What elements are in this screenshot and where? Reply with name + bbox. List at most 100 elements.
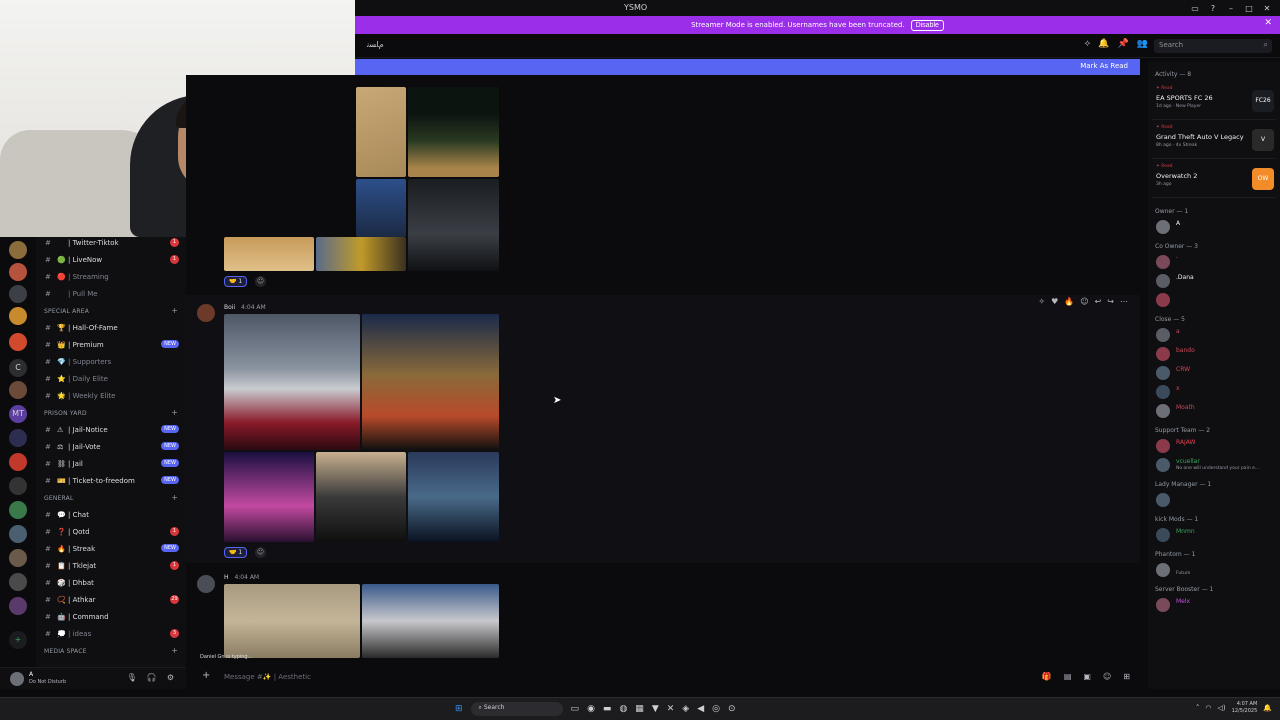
channel-item[interactable]: # ⚖ | Jail-Vote NEW	[36, 438, 186, 455]
windows-start-icon[interactable]: ⊞	[455, 704, 463, 714]
add-channel-icon[interactable]: +	[171, 493, 178, 502]
app-icon[interactable]: ◎	[712, 704, 720, 714]
member-item[interactable]: bando	[1154, 345, 1278, 363]
app-icon[interactable]: ◀	[697, 704, 704, 714]
channel-item[interactable]: # ❓ | Qotd 1	[36, 523, 186, 540]
server-icon[interactable]	[9, 381, 27, 399]
channel-item[interactable]: # 🏆 | Hall-Of-Fame	[36, 319, 186, 336]
reply-icon[interactable]: ↩	[1095, 297, 1102, 306]
microphone-icon[interactable]: 🎙	[127, 673, 137, 682]
avatar[interactable]	[10, 672, 24, 686]
volume-icon[interactable]: ◁)	[1218, 704, 1226, 712]
member-item[interactable]: a	[1154, 326, 1278, 344]
minimize-button[interactable]: –	[1224, 4, 1238, 13]
edge-icon[interactable]: ◍	[619, 704, 627, 714]
app-icon[interactable]: ✕	[667, 704, 675, 714]
close-icon[interactable]: ✕	[1264, 18, 1272, 28]
maximize-button[interactable]: □	[1242, 4, 1256, 13]
channel-item[interactable]: # 🔥 | Streak NEW	[36, 540, 186, 557]
channel-item[interactable]: # 💬 | Chat	[36, 506, 186, 523]
attachment-image[interactable]	[224, 452, 314, 542]
add-channel-icon[interactable]: +	[171, 306, 178, 315]
member-item[interactable]: Melx	[1154, 596, 1278, 614]
channel-category[interactable]: MEDIA SPACE	[44, 648, 87, 655]
channel-item[interactable]: # 🔴 | Streaming	[36, 268, 186, 285]
add-channel-icon[interactable]: +	[171, 408, 178, 417]
bell-icon[interactable]: 🔔	[1263, 704, 1272, 712]
add-reaction-icon[interactable]: ☺	[255, 276, 266, 287]
member-item[interactable]	[1154, 491, 1278, 509]
add-attachment-icon[interactable]: +	[202, 670, 210, 681]
member-item[interactable]: .Dana	[1154, 272, 1278, 290]
brave-icon[interactable]: ▼	[652, 704, 659, 714]
clock[interactable]: 4:07 AM 12/5/2025	[1232, 701, 1258, 715]
attachment-image[interactable]	[356, 179, 406, 237]
attachment-image[interactable]	[224, 237, 314, 271]
store-icon[interactable]: ▦	[635, 704, 644, 714]
more-icon[interactable]: ⋯	[1120, 297, 1128, 306]
task-view-icon[interactable]: ▭	[571, 704, 580, 714]
avatar[interactable]	[197, 304, 215, 322]
folder-icon[interactable]: ▬	[603, 704, 612, 714]
chrome-icon[interactable]: ◉	[587, 704, 595, 714]
server-icon[interactable]	[9, 241, 27, 259]
channel-item[interactable]: # 🎫 | Ticket-to-freedom NEW	[36, 472, 186, 489]
server-icon[interactable]	[9, 477, 27, 495]
server-icon[interactable]	[9, 549, 27, 567]
emoji-icon[interactable]: ☺	[1103, 672, 1111, 681]
headphones-icon[interactable]: 🎧	[147, 673, 157, 682]
app-icon[interactable]: ⊙	[728, 704, 736, 714]
attachment-image[interactable]	[224, 314, 360, 450]
member-item[interactable]: Future	[1154, 561, 1278, 579]
member-item[interactable]	[1154, 291, 1278, 309]
channel-item[interactable]: # 📿 | Athkar 29	[36, 591, 186, 608]
attachment-image[interactable]	[316, 237, 406, 271]
chevron-up-icon[interactable]: ˄	[1196, 704, 1200, 712]
gear-icon[interactable]: ⚙	[167, 673, 174, 682]
member-item[interactable]: CRW	[1154, 364, 1278, 382]
gif-icon[interactable]: ▤	[1064, 672, 1072, 681]
attachment-image[interactable]	[224, 584, 360, 658]
heart-icon[interactable]: ♥	[1051, 297, 1058, 306]
server-icon[interactable]	[9, 597, 27, 615]
server-icon[interactable]	[9, 573, 27, 591]
activity-card[interactable]: ✦ Read EA SPORTS FC 26 1d ago · New Player…	[1152, 84, 1276, 120]
emoji-icon[interactable]: ☺	[1080, 297, 1088, 306]
server-icon[interactable]	[9, 525, 27, 543]
forward-icon[interactable]: ↪	[1107, 297, 1114, 306]
member-item[interactable]: RAJAW	[1154, 437, 1278, 455]
add-channel-icon[interactable]: +	[171, 646, 178, 655]
server-icon[interactable]: MT	[9, 405, 27, 423]
disable-streamer-mode-button[interactable]: Disable	[910, 19, 944, 31]
channel-item[interactable]: # 📋 | Tklejat 1	[36, 557, 186, 574]
member-item[interactable]: A	[1154, 218, 1278, 236]
add-server-icon[interactable]: +	[9, 631, 27, 649]
message-author[interactable]: Boii	[224, 304, 235, 311]
activity-card[interactable]: ✦ Read Grand Theft Auto V Legacy 8h ago · …	[1152, 123, 1276, 159]
attachment-image[interactable]	[362, 584, 499, 658]
pin-icon[interactable]: 📌	[1118, 39, 1129, 49]
member-item[interactable]: Moath	[1154, 402, 1278, 420]
server-icon[interactable]: C	[9, 359, 27, 377]
sticker-icon[interactable]: ▣	[1083, 672, 1091, 681]
server-icon[interactable]	[9, 307, 27, 325]
channel-category[interactable]: GENERAL	[44, 495, 74, 502]
channel-item[interactable]: # 🌟 | Weekly Elite	[36, 387, 186, 404]
channel-category[interactable]: SPECIAL AREA	[44, 308, 89, 315]
help-icon[interactable]: ?	[1206, 4, 1220, 13]
channel-item[interactable]: # ⛓ | Jail NEW	[36, 455, 186, 472]
server-icon[interactable]	[9, 501, 27, 519]
threads-icon[interactable]: ⟡	[1084, 39, 1090, 49]
members-icon[interactable]: 👥	[1137, 39, 1148, 49]
taskbar-search[interactable]: ⌕ Search	[470, 702, 563, 716]
member-item[interactable]: vcuellar No one will understand your pain…	[1154, 456, 1278, 474]
channel-item[interactable]: # 🎲 | Dhbat	[36, 574, 186, 591]
member-item[interactable]: Mnmn	[1154, 526, 1278, 544]
discord-icon[interactable]: ◈	[682, 704, 689, 714]
server-icon[interactable]	[9, 453, 27, 471]
close-window-button[interactable]: ✕	[1260, 4, 1274, 13]
member-item[interactable]: ·	[1154, 253, 1278, 271]
attachment-image[interactable]	[316, 452, 406, 542]
reaction-button[interactable]: 🤝 1	[224, 547, 248, 558]
channel-item[interactable]: # ⚠ | Jail-Notice NEW	[36, 421, 186, 438]
